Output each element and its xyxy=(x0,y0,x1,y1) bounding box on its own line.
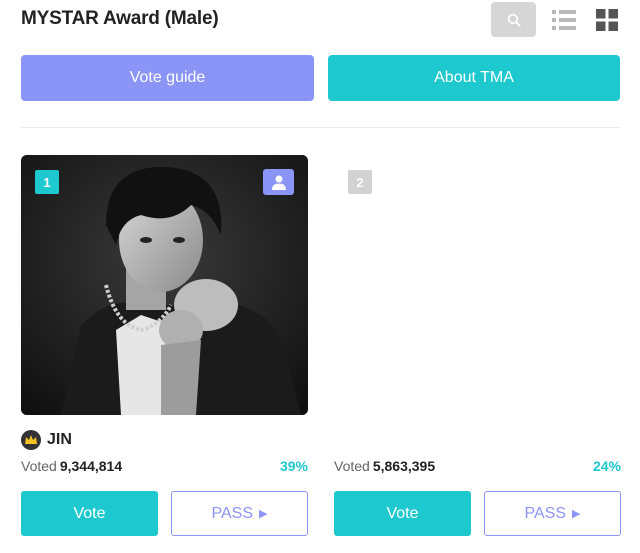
divider xyxy=(21,127,620,128)
vote-button[interactable]: Vote xyxy=(334,491,471,536)
vote-percent: 39% xyxy=(279,458,308,474)
grid-view-icon xyxy=(596,9,618,31)
crown-icon xyxy=(21,430,41,450)
list-view-icon xyxy=(552,10,576,30)
candidate-photo[interactable]: 2 xyxy=(334,155,621,415)
candidate-name-row: JIN xyxy=(21,429,72,451)
pass-button[interactable]: PASS ▶ xyxy=(171,491,308,536)
header: MYSTAR Award (Male) xyxy=(0,0,640,40)
candidate-card: 2 Voted 5,863,395 24% Vote PASS ▶ xyxy=(334,155,621,545)
voted-label: Voted xyxy=(334,458,370,474)
rank-badge: 2 xyxy=(348,170,372,194)
vote-stats: Voted 5,863,395 24% xyxy=(334,458,621,478)
play-arrow-icon: ▶ xyxy=(572,508,581,520)
voted-label: Voted xyxy=(21,458,57,474)
page-title: MYSTAR Award (Male) xyxy=(21,8,219,29)
vote-guide-button[interactable]: Vote guide xyxy=(21,55,314,101)
grid-view-button[interactable] xyxy=(596,9,618,31)
rank-badge: 1 xyxy=(35,170,59,194)
candidate-photo[interactable]: 1 xyxy=(21,155,308,415)
candidate-name: JIN xyxy=(47,431,72,448)
top-button-row: Vote guide About TMA xyxy=(21,55,620,101)
list-view-button[interactable] xyxy=(552,9,576,31)
vote-percent: 24% xyxy=(592,458,621,474)
vote-count: 5,863,395 xyxy=(372,458,436,474)
vote-button[interactable]: Vote xyxy=(21,491,158,536)
search-icon xyxy=(507,13,521,27)
pass-label: PASS xyxy=(524,504,567,522)
vote-stats: Voted 9,344,814 39% xyxy=(21,458,308,478)
about-tma-button[interactable]: About TMA xyxy=(328,55,620,101)
play-arrow-icon: ▶ xyxy=(259,508,268,520)
pass-label: PASS xyxy=(211,504,254,522)
person-icon xyxy=(271,175,286,190)
search-button[interactable] xyxy=(491,2,536,37)
vote-count: 9,344,814 xyxy=(59,458,123,474)
profile-button[interactable] xyxy=(263,169,294,195)
pass-button[interactable]: PASS ▶ xyxy=(484,491,621,536)
candidate-card: 1 JIN Voted 9,344,814 39% Vote PASS ▶ xyxy=(21,155,308,545)
